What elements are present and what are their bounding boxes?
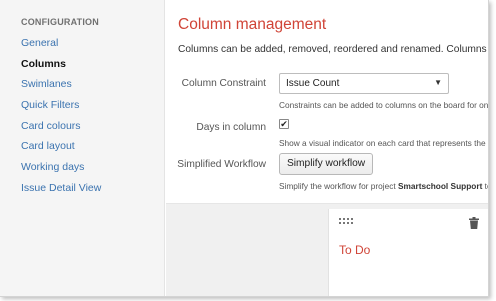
chevron-down-icon: ▼ [434,78,442,87]
project-name: Smartschool Support [397,181,483,191]
column-name-to-do[interactable]: To Do [339,243,370,257]
days-in-column-help: Show a visual indicator on each card tha… [279,138,489,148]
board-column[interactable]: To Do [328,209,488,296]
sidebar-heading: CONFIGURATION [21,17,99,27]
sidebar-nav: General Columns Swimlanes Quick Filters … [21,37,101,203]
sidebar-item-working-days[interactable]: Working days [21,161,101,182]
column-constraint-help: Constraints can be added to columns on t… [279,100,489,110]
column-constraint-value: Issue Count [286,78,340,89]
simplified-workflow-label: Simplified Workflow [177,159,266,170]
column-constraint-select[interactable]: Issue Count ▼ [279,73,449,94]
column-constraint-label: Column Constraint [181,78,266,89]
simplified-workflow-help-suffix: to [484,181,488,191]
trash-icon[interactable] [469,217,479,229]
days-in-column-checkbox[interactable]: ✔ [279,119,289,129]
simplify-workflow-button[interactable]: Simplify workflow [279,153,374,175]
sidebar: CONFIGURATION General Columns Swimlanes … [0,0,165,296]
board-columns-area: To Do [166,203,488,296]
sidebar-item-issue-detail-view[interactable]: Issue Detail View [21,182,101,203]
sidebar-item-general[interactable]: General [21,37,101,58]
app-window: CONFIGURATION General Columns Swimlanes … [0,0,489,297]
grip-icon[interactable] [339,218,353,226]
days-in-column-label: Days in column [196,122,266,133]
sidebar-item-columns[interactable]: Columns [21,58,101,79]
main-content: Column management Columns can be added, … [166,0,489,296]
simplified-workflow-help-prefix: Simplify the workflow for project [279,181,398,191]
intro-text: Columns can be added, removed, reordered… [178,44,489,55]
checkmark-icon: ✔ [280,119,288,129]
sidebar-item-swimlanes[interactable]: Swimlanes [21,78,101,99]
sidebar-item-quick-filters[interactable]: Quick Filters [21,99,101,120]
page-title: Column management [178,16,327,33]
simplified-workflow-help: Simplify the workflow for project Smarts… [279,181,488,191]
sidebar-item-card-colours[interactable]: Card colours [21,120,101,141]
sidebar-item-card-layout[interactable]: Card layout [21,140,101,161]
